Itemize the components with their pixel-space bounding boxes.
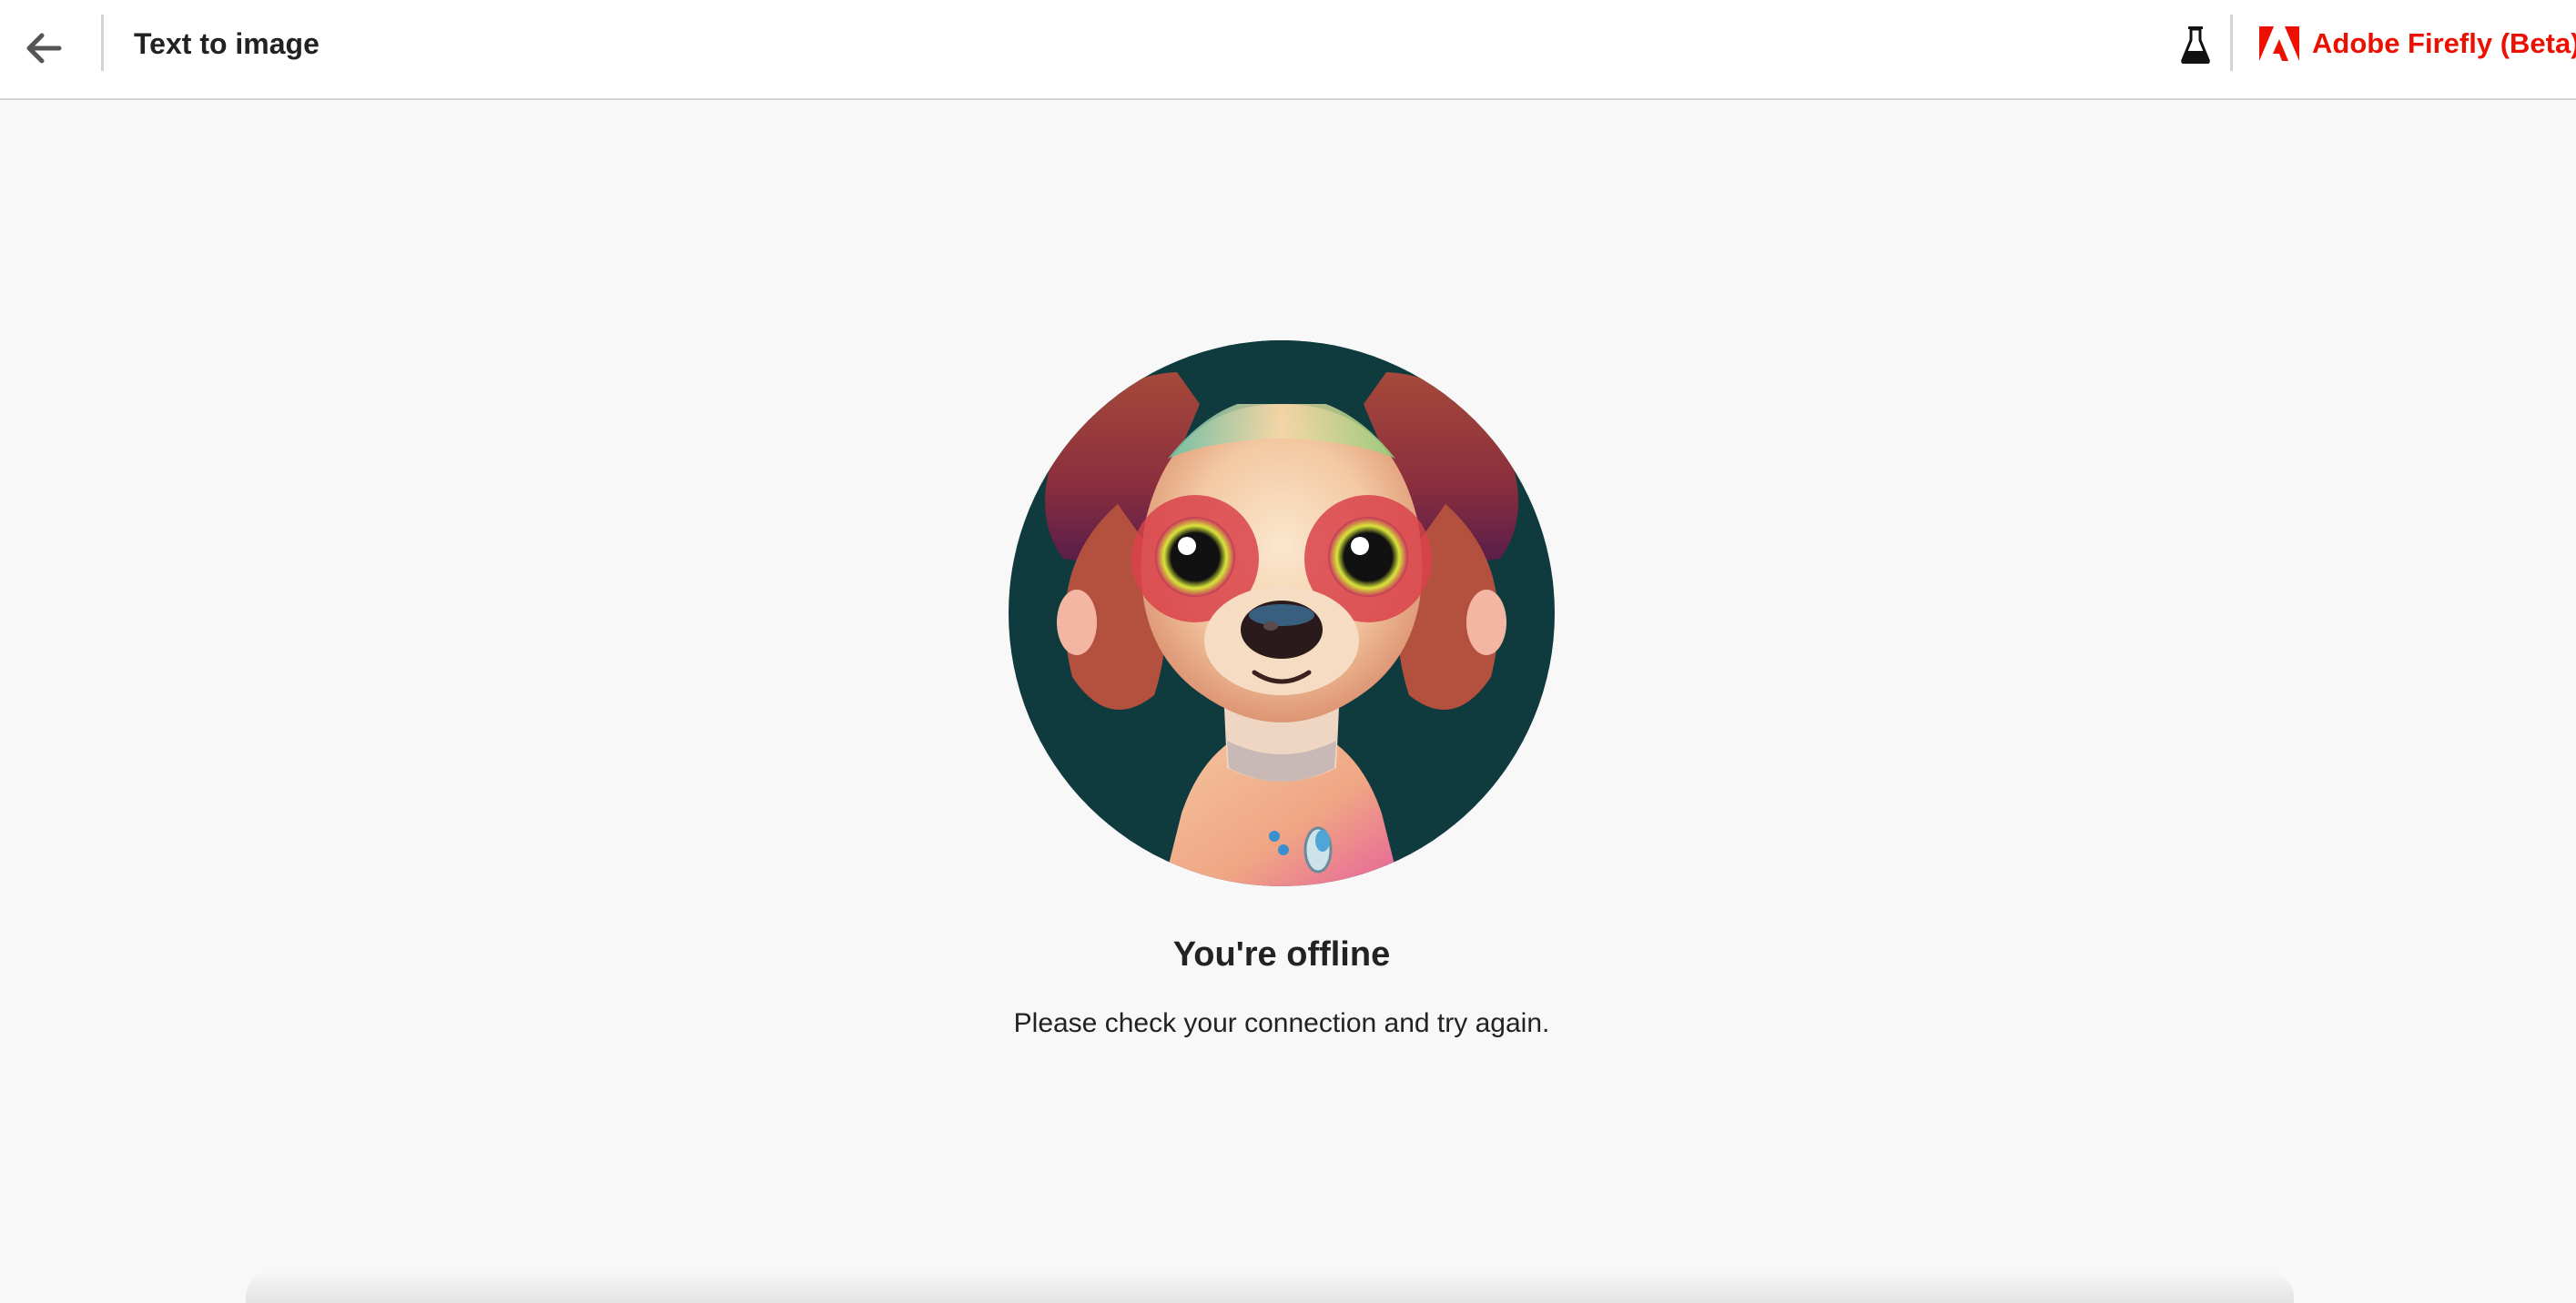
puppy-illustration [1009,340,1555,886]
back-button[interactable] [18,23,69,74]
offline-title: You're offline [1172,935,1391,974]
arrow-left-icon [26,33,62,64]
brand-name: Adobe Firefly (Beta) [2312,27,2576,59]
bottom-panel-shadow [246,1270,2294,1303]
page-title: Text to image [134,27,319,60]
header-divider [101,15,104,71]
adobe-logo-icon [2259,26,2299,61]
labs-button[interactable] [2177,24,2214,66]
header-divider-right [2230,15,2233,71]
top-bar: Text to image Adobe Firefly (Beta) [0,0,2576,100]
offline-message: Please check your connection and try aga… [1013,1008,1550,1038]
brand-link[interactable]: Adobe Firefly (Beta) [2259,22,2576,66]
flask-icon [2181,26,2210,64]
